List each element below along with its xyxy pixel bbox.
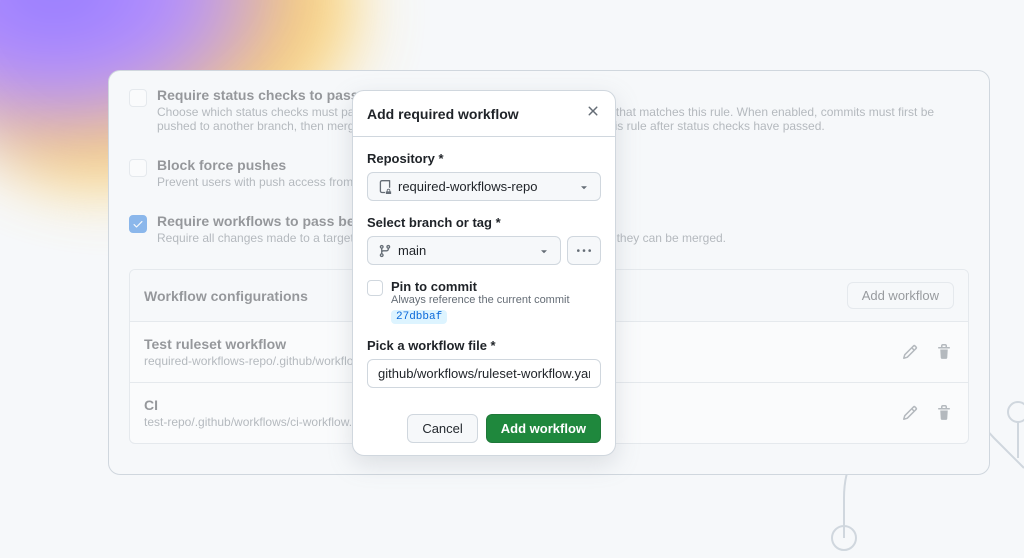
- close-modal-button[interactable]: [585, 103, 601, 124]
- kebab-icon: [577, 244, 591, 258]
- add-required-workflow-modal: Add required workflow Repository * requi…: [352, 90, 616, 456]
- repository-label: Repository *: [367, 151, 601, 166]
- pencil-icon: [902, 344, 918, 360]
- repository-value: required-workflows-repo: [398, 179, 537, 194]
- trash-icon: [936, 405, 952, 421]
- edit-workflow-button[interactable]: [900, 342, 920, 362]
- add-workflow-submit-button[interactable]: Add workflow: [486, 414, 601, 443]
- workflow-table-header: Workflow configurations: [144, 288, 308, 304]
- edit-workflow-button[interactable]: [900, 403, 920, 423]
- branch-label: Select branch or tag *: [367, 215, 601, 230]
- delete-workflow-button[interactable]: [934, 342, 954, 362]
- branch-select[interactable]: main: [367, 236, 561, 265]
- caret-down-icon: [578, 181, 590, 193]
- pin-title: Pin to commit: [391, 279, 601, 294]
- git-branch-icon: [378, 244, 392, 258]
- pencil-icon: [902, 405, 918, 421]
- checkmark-icon: [132, 218, 144, 230]
- caret-down-icon: [538, 245, 550, 257]
- cancel-button[interactable]: Cancel: [407, 414, 477, 443]
- pin-desc: Always reference the current commit: [391, 294, 601, 306]
- modal-title: Add required workflow: [367, 106, 519, 122]
- branch-more-button[interactable]: [567, 236, 601, 265]
- close-icon: [585, 103, 601, 119]
- workflow-file-input[interactable]: [367, 359, 601, 388]
- checkbox-status-checks[interactable]: [129, 89, 147, 107]
- checkbox-force-pushes[interactable]: [129, 159, 147, 177]
- commit-sha-badge: 27dbbaf: [391, 310, 447, 324]
- add-workflow-button[interactable]: Add workflow: [847, 282, 954, 309]
- repository-select[interactable]: required-workflows-repo: [367, 172, 601, 201]
- trash-icon: [936, 344, 952, 360]
- workflow-file-label: Pick a workflow file *: [367, 338, 601, 353]
- checkbox-require-workflows[interactable]: [129, 215, 147, 233]
- delete-workflow-button[interactable]: [934, 403, 954, 423]
- pin-to-commit-checkbox[interactable]: [367, 280, 383, 296]
- branch-value: main: [398, 243, 426, 258]
- repo-lock-icon: [378, 180, 392, 194]
